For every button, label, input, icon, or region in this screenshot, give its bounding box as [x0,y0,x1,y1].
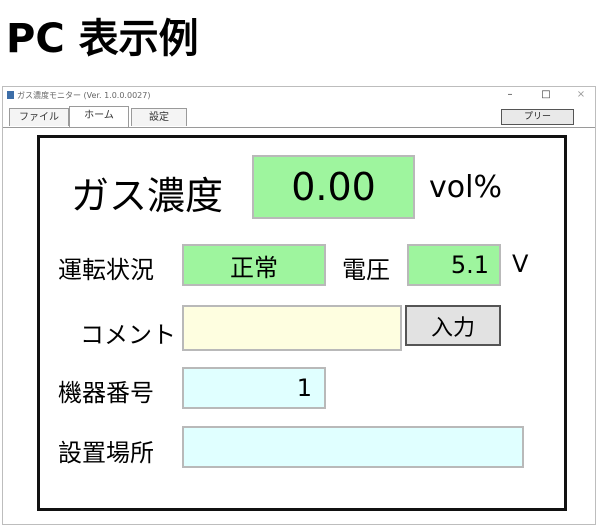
toolbar-right-button[interactable]: プリー [501,109,574,125]
comment-input[interactable] [182,305,402,351]
voltage-value: 5.1 [407,244,501,286]
window-title: ガス濃度モニター (Ver. 1.0.0.0027) [17,91,151,100]
input-button[interactable]: 入力 [405,305,501,346]
minimize-button[interactable]: – [500,88,520,102]
comment-label: コメント [80,321,176,349]
operation-status-value: 正常 [182,244,326,286]
gas-concentration-label: ガス濃度 [71,174,224,218]
installation-location-label: 設置場所 [58,439,154,467]
device-number-label: 機器番号 [58,379,154,407]
voltage-unit: V [512,250,529,278]
device-number-field[interactable]: 1 [182,367,326,409]
close-button[interactable]: × [571,88,591,102]
installation-location-field[interactable] [182,426,524,468]
gas-unit: vol% [429,170,502,205]
tab-divider [3,127,595,128]
title-bar: ガス濃度モニター (Ver. 1.0.0.0027) – □ × [3,87,595,105]
tab-settings[interactable]: 設定 [131,108,187,126]
tab-file[interactable]: ファイル [9,108,69,126]
gas-concentration-value: 0.00 [252,155,415,219]
operation-status-label: 運転状況 [58,256,154,284]
tab-home[interactable]: ホーム [69,106,129,127]
app-window: ガス濃度モニター (Ver. 1.0.0.0027) – □ × ファイル ホー… [2,86,596,525]
page-heading: PC 表示例 [6,16,199,62]
maximize-button[interactable]: □ [536,88,556,102]
voltage-label: 電圧 [342,256,390,284]
app-icon [7,91,14,99]
